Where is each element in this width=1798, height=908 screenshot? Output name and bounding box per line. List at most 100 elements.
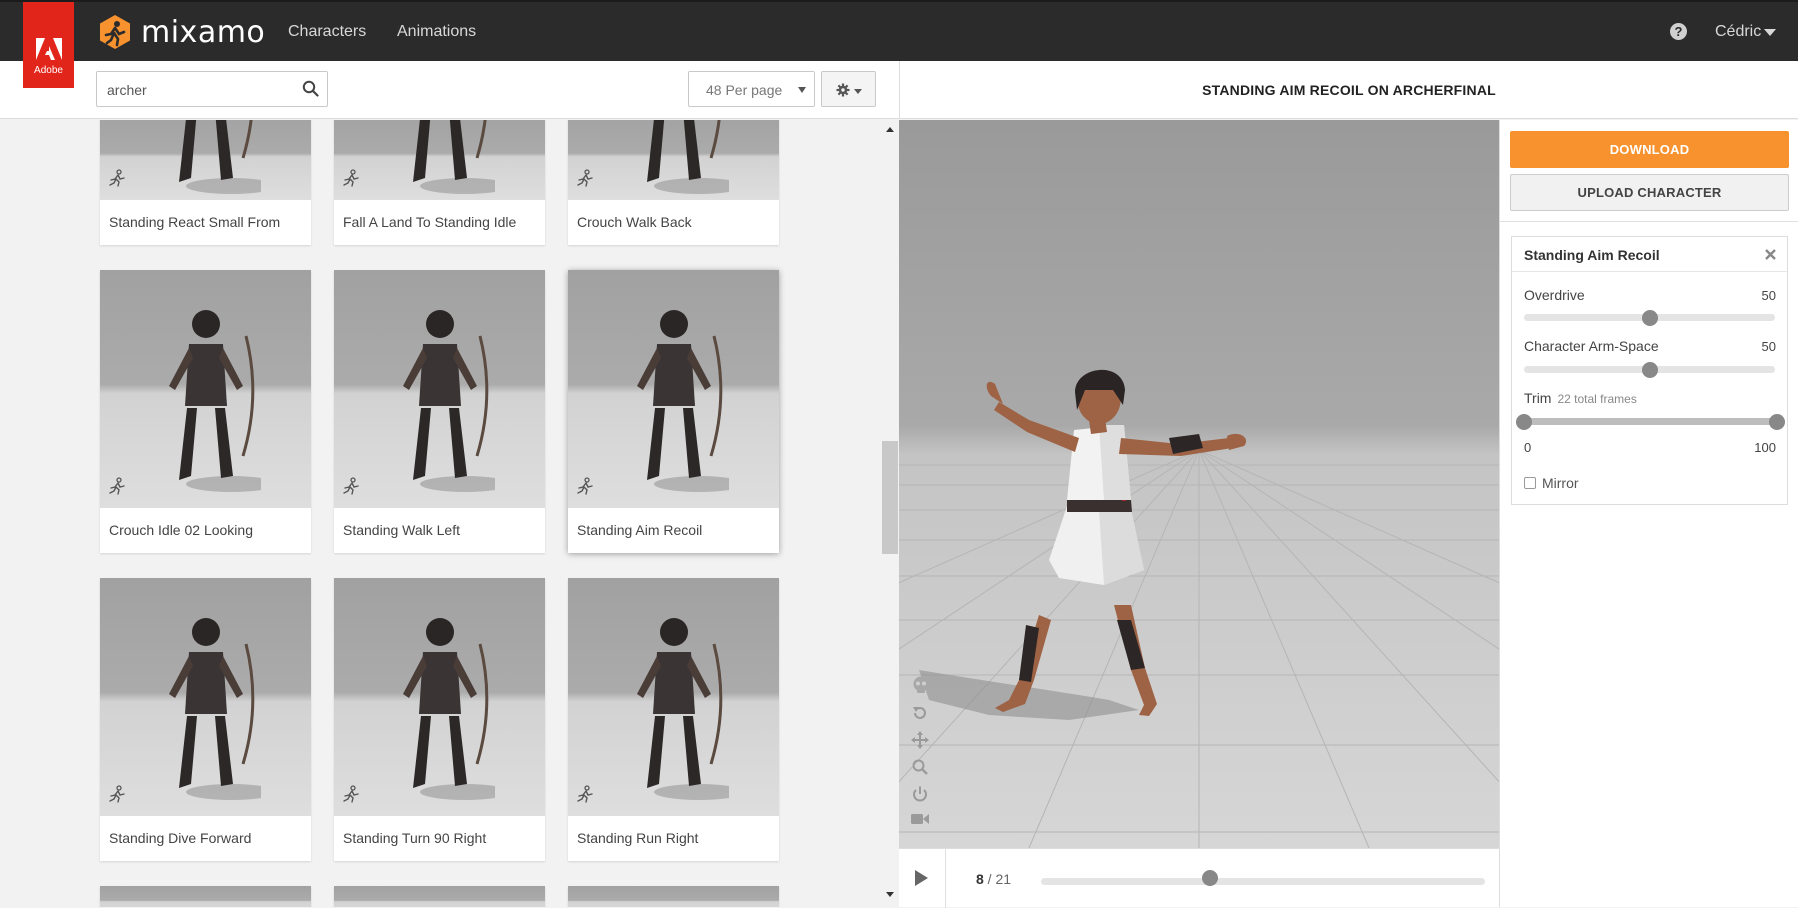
search-toolbar: 48 Per page	[0, 61, 899, 119]
animation-thumbnail[interactable]	[100, 886, 311, 907]
upload-character-button[interactable]: UPLOAD CHARACTER	[1510, 174, 1789, 211]
animation-card[interactable]	[334, 886, 545, 907]
animation-card[interactable]: Standing Run Right	[568, 578, 779, 861]
trim-title: Trim	[1524, 390, 1552, 406]
animation-card-label: Fall A Land To Standing Idle	[343, 214, 517, 230]
timeline-handle[interactable]	[1201, 870, 1218, 886]
animation-card[interactable]: Standing Turn 90 Right	[334, 578, 545, 861]
run-icon	[342, 169, 360, 192]
skeleton-icon[interactable]	[911, 675, 931, 695]
animation-card[interactable]: Fall A Land To Standing Idle	[334, 120, 545, 245]
animation-thumbnail[interactable]	[334, 270, 545, 508]
mirror-label: Mirror	[1542, 475, 1579, 491]
animation-card[interactable]: Crouch Walk Back	[568, 120, 779, 245]
frame-counter: 8 / 21	[976, 871, 1011, 887]
pan-icon[interactable]	[911, 731, 929, 749]
character-thumbnail	[385, 604, 510, 809]
animation-thumbnail[interactable]	[100, 270, 311, 508]
animation-thumbnail[interactable]	[334, 886, 545, 907]
animation-card-label: Standing React Small From	[109, 214, 281, 230]
per-page-value: 48 Per page	[706, 82, 783, 98]
play-icon[interactable]	[915, 870, 928, 886]
3d-viewport[interactable]	[899, 120, 1499, 848]
arm-space-slider-handle[interactable]	[1641, 362, 1658, 378]
trim-start-handle[interactable]	[1516, 414, 1532, 430]
download-button[interactable]: DOWNLOAD	[1510, 131, 1789, 168]
chevron-down-icon	[854, 89, 862, 94]
animation-thumbnail[interactable]	[568, 270, 779, 508]
nav-animations[interactable]: Animations	[397, 23, 476, 41]
timeline-track[interactable]	[1041, 878, 1485, 885]
animation-card[interactable]	[568, 886, 779, 907]
character-thumbnail	[619, 120, 744, 200]
adobe-a-icon	[35, 38, 62, 60]
character-thumbnail	[151, 296, 276, 501]
overdrive-label: Overdrive	[1524, 287, 1585, 303]
scroll-down-arrow-icon[interactable]	[886, 892, 894, 897]
animation-card[interactable]: Crouch Idle 02 Looking	[100, 270, 311, 553]
mirror-toggle[interactable]: Mirror	[1524, 475, 1579, 491]
camera-icon[interactable]	[911, 812, 929, 826]
arm-space-label: Character Arm-Space	[1524, 338, 1659, 354]
close-icon[interactable]	[1765, 249, 1776, 260]
user-menu[interactable]: Cédric	[1715, 23, 1777, 41]
viewer-title: STANDING AIM RECOIL ON ARCHERFINAL	[1202, 82, 1496, 98]
search-box	[96, 71, 328, 107]
mirror-checkbox[interactable]	[1524, 477, 1536, 489]
gear-icon	[836, 83, 850, 97]
character-thumbnail	[385, 120, 510, 200]
settings-button[interactable]	[821, 71, 876, 107]
frame-separator: /	[983, 871, 996, 887]
arm-space-value: 50	[1761, 339, 1776, 354]
mixamo-logo-icon	[100, 15, 130, 49]
animation-thumbnail[interactable]	[568, 578, 779, 816]
scrollbar-thumb[interactable]	[882, 441, 898, 554]
animation-card[interactable]: Standing Dive Forward	[100, 578, 311, 861]
animation-card[interactable]: Standing React Small From	[100, 120, 311, 245]
brand-name: mixamo	[141, 14, 266, 50]
scroll-up-arrow-icon[interactable]	[886, 127, 894, 132]
run-icon	[342, 785, 360, 808]
character-thumbnail	[151, 120, 276, 200]
run-icon	[576, 785, 594, 808]
viewport-tools	[911, 675, 933, 835]
mixamo-brand[interactable]: mixamo	[97, 14, 265, 50]
help-icon[interactable]: ?	[1670, 23, 1687, 40]
search-input[interactable]	[107, 80, 287, 100]
zoom-icon[interactable]	[911, 758, 929, 776]
animation-card[interactable]	[100, 886, 311, 907]
animation-card[interactable]: Standing Aim Recoil	[568, 270, 779, 553]
trim-label: Trim 22 total frames	[1524, 390, 1637, 406]
total-frames: 21	[995, 871, 1012, 887]
animation-card[interactable]: Standing Walk Left	[334, 270, 545, 553]
user-name: Cédric	[1715, 23, 1762, 40]
animation-thumbnail[interactable]	[100, 578, 311, 816]
animation-thumbnail[interactable]	[100, 120, 311, 200]
adobe-logo[interactable]: Adobe	[23, 2, 74, 88]
trim-min-label: 0	[1524, 440, 1532, 455]
animation-thumbnail[interactable]	[568, 886, 779, 907]
trim-range-fill	[1524, 418, 1775, 425]
trim-end-handle[interactable]	[1769, 414, 1785, 430]
run-icon	[342, 477, 360, 500]
animation-card-label: Standing Turn 90 Right	[343, 830, 487, 846]
power-icon[interactable]	[911, 785, 929, 803]
playback-bar: 8 / 21	[899, 848, 1499, 908]
nav-characters[interactable]: Characters	[288, 23, 366, 41]
animation-thumbnail[interactable]	[334, 578, 545, 816]
viewer-header: STANDING AIM RECOIL ON ARCHERFINAL	[899, 61, 1798, 119]
animation-thumbnail[interactable]	[568, 120, 779, 200]
side-panel: DOWNLOAD UPLOAD CHARACTER Standing Aim R…	[1499, 120, 1798, 907]
top-bar: Adobe mixamo Characters Animations ? Céd…	[0, 0, 1798, 88]
animation-card-label: Crouch Walk Back	[577, 214, 692, 230]
character-thumbnail	[619, 296, 744, 501]
run-icon	[108, 785, 126, 808]
overdrive-slider-handle[interactable]	[1641, 310, 1658, 326]
trim-max-label: 100	[1754, 440, 1776, 455]
animation-card-label: Crouch Idle 02 Looking	[109, 522, 253, 538]
per-page-select[interactable]: 48 Per page	[688, 71, 815, 107]
search-icon[interactable]	[302, 80, 319, 97]
animation-settings: Standing Aim Recoil Overdrive 50 Charact…	[1511, 236, 1788, 505]
animation-thumbnail[interactable]	[334, 120, 545, 200]
reset-view-icon[interactable]	[911, 704, 929, 722]
